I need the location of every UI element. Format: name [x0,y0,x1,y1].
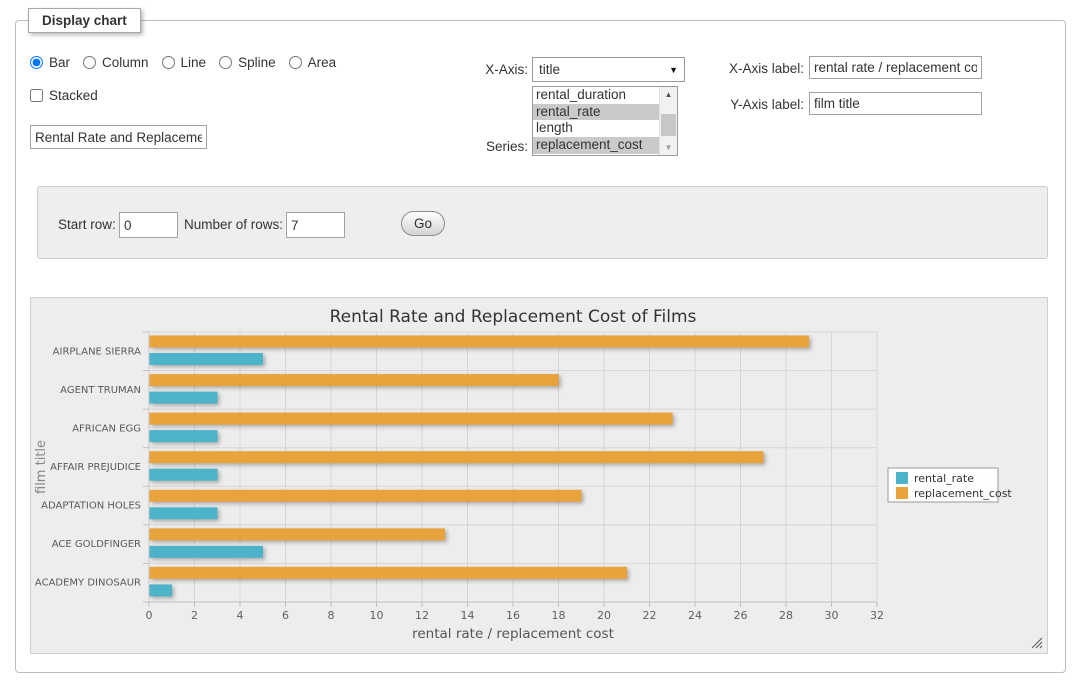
radio-option-column: Column [83,55,149,70]
x-tick-label: 0 [146,609,153,622]
radio-option-spline: Spline [219,55,276,70]
y-axis-title: film title [34,440,49,494]
series-options: rental_duration rental_rate length repla… [533,87,660,155]
bar-radio-label: Bar [49,55,70,70]
x-tick-label: 12 [415,609,429,622]
bar-replacement_cost[interactable] [150,490,582,502]
scroll-up-icon[interactable]: ▲ [660,87,677,102]
x-tick-label: 14 [461,609,475,622]
x-tick-label: 26 [734,609,748,622]
x-tick-label: 8 [328,609,335,622]
radio-option-line: Line [162,55,207,70]
bar-chart-svg: 02468101214161820222426283032AIRPLANE SI… [31,298,1047,653]
bar-rental_rate[interactable] [150,546,264,558]
x-tick-label: 10 [370,609,384,622]
svg-text:replacement_cost: replacement_cost [914,487,1012,500]
column-radio[interactable] [83,56,96,69]
chart-type-radio-group: Bar Column Line Spline Area [30,55,345,70]
start-row-label: Start row: [58,217,116,232]
legend-swatch-icon [896,487,908,499]
x-axis-select[interactable]: title ▼ [532,57,685,82]
area-radio-label: Area [308,55,337,70]
number-of-rows-label: Number of rows: [184,217,283,232]
stacked-label: Stacked [49,88,98,103]
chart-title-input[interactable] [30,125,207,149]
fieldset-legend: Display chart [28,8,141,33]
category-label: ACADEMY DINOSAUR [35,578,141,589]
x-tick-label: 2 [191,609,198,622]
bar-replacement_cost[interactable] [150,528,446,540]
category-label: ADAPTATION HOLES [41,501,141,512]
x-tick-label: 28 [779,609,793,622]
category-label: AGENT TRUMAN [60,385,141,396]
x-tick-label: 16 [506,609,520,622]
number-of-rows-input[interactable] [286,212,345,238]
line-radio-label: Line [181,55,207,70]
x-tick-label: 20 [597,609,611,622]
x-axis-label-label: X-Axis label: [723,61,804,76]
chart-panel: 02468101214161820222426283032AIRPLANE SI… [30,297,1048,654]
y-axis-label-input[interactable] [809,92,982,115]
x-axis-selected-value: title [539,62,560,77]
bar-replacement_cost[interactable] [150,374,559,386]
svg-text:rental_rate: rental_rate [914,472,974,485]
series-select-label: Series: [455,139,528,154]
start-row-input[interactable] [119,212,178,238]
bar-rental_rate[interactable] [150,430,218,442]
dropdown-arrow-icon: ▼ [669,65,678,75]
legend-item-rental_rate[interactable]: rental_rate [896,472,974,485]
go-button[interactable]: Go [401,211,445,236]
bar-replacement_cost[interactable] [150,413,673,425]
chart-title: Rental Rate and Replacement Cost of Film… [330,307,697,327]
x-tick-label: 24 [688,609,702,622]
series-option-rental-duration[interactable]: rental_duration [533,87,660,104]
legend-item-replacement_cost[interactable]: replacement_cost [896,487,1012,500]
row-range-panel: Start row: Number of rows: Go [37,186,1048,259]
x-tick-label: 30 [825,609,839,622]
scrollbar-thumb[interactable] [661,114,676,136]
stacked-checkbox[interactable] [30,89,43,102]
bar-rental_rate[interactable] [150,392,218,404]
x-tick-label: 22 [643,609,657,622]
radio-option-area: Area [289,55,337,70]
x-axis-label-input[interactable] [809,56,982,79]
bar-rental_rate[interactable] [150,469,218,481]
category-label: AIRPLANE SIERRA [53,346,141,357]
bar-rental_rate[interactable] [150,584,173,596]
bar-replacement_cost[interactable] [150,336,810,348]
column-radio-label: Column [102,55,149,70]
category-label: AFFAIR PREJUDICE [50,462,141,473]
x-tick-label: 18 [552,609,566,622]
listbox-scrollbar[interactable]: ▲ ▼ [659,87,677,155]
bar-radio[interactable] [30,56,43,69]
bar-rental_rate[interactable] [150,353,264,365]
bar-replacement_cost[interactable] [150,451,764,463]
series-option-length[interactable]: length [533,120,660,137]
series-listbox: rental_duration rental_rate length repla… [532,86,678,156]
category-label: AFRICAN EGG [72,423,141,434]
bar-replacement_cost[interactable] [150,567,628,579]
x-axis-title: rental rate / replacement cost [412,626,614,642]
x-axis-select-label: X-Axis: [455,62,528,77]
legend-swatch-icon [896,472,908,484]
x-tick-label: 6 [282,609,289,622]
area-radio[interactable] [289,56,302,69]
resize-handle-icon[interactable] [1032,638,1042,648]
series-option-rental-rate[interactable]: rental_rate [533,104,660,121]
series-option-replacement-cost[interactable]: replacement_cost [533,137,660,154]
chart-legend: rental_rate replacement_cost [888,468,1012,502]
line-radio[interactable] [162,56,175,69]
scroll-down-icon[interactable]: ▼ [660,140,677,155]
page: Display chart Bar Column Line Spline Are… [0,0,1081,681]
bar-rental_rate[interactable] [150,507,218,519]
spline-radio-label: Spline [238,55,276,70]
x-tick-label: 32 [870,609,884,622]
y-axis-label-label: Y-Axis label: [723,97,804,112]
category-label: ACE GOLDFINGER [52,539,141,550]
x-tick-label: 4 [237,609,244,622]
stacked-option: Stacked [30,88,98,103]
spline-radio[interactable] [219,56,232,69]
radio-option-bar: Bar [30,55,70,70]
